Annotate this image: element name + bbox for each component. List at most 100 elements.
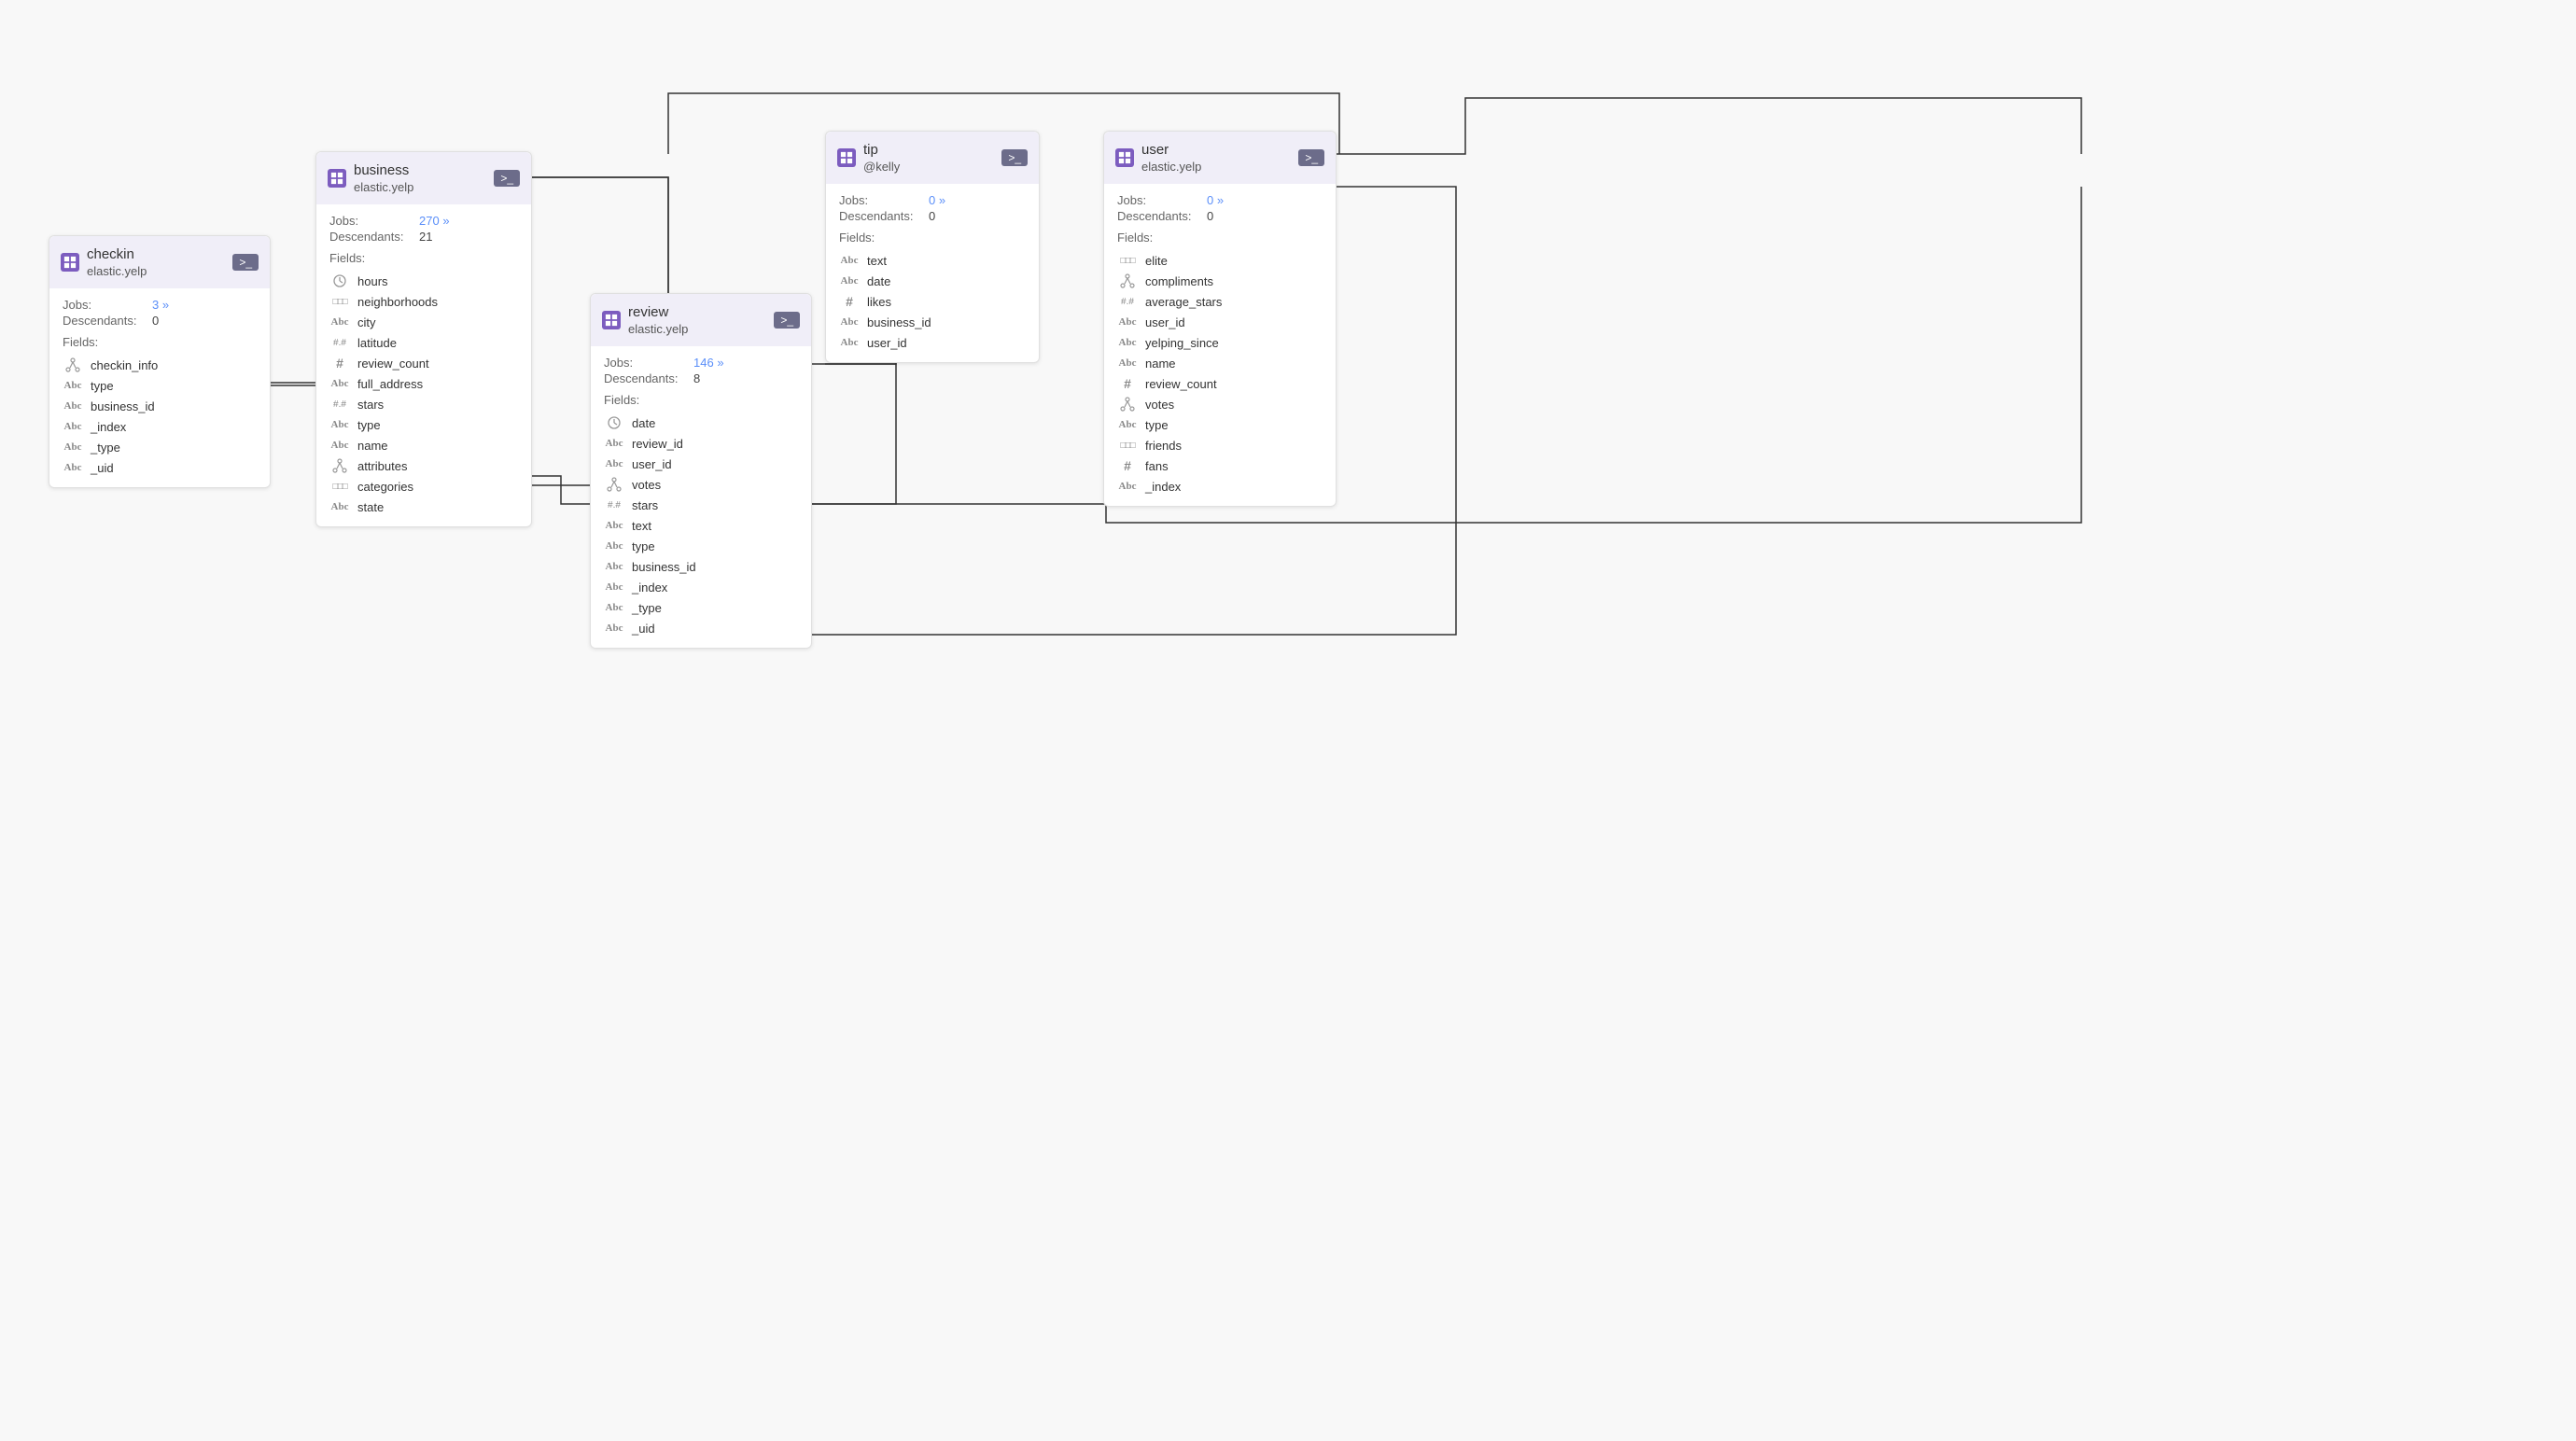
- checkin-field-_uid: Abc _uid: [63, 457, 257, 478]
- checkin-descendants-label: Descendants:: [63, 314, 147, 328]
- checkin-fields-label: Fields:: [63, 335, 257, 349]
- date-clock-icon: [604, 415, 624, 430]
- user-jobs-count[interactable]: 0 »: [1207, 193, 1224, 207]
- checkin-card: checkin elastic.yelp >_ Jobs: 3 » Descen…: [49, 235, 271, 488]
- review-field-type: Abc type: [604, 536, 798, 556]
- business-field-attributes: attributes: [329, 455, 518, 476]
- user-field-type: Abc type: [1117, 414, 1323, 435]
- review-field-_uid: Abc _uid: [604, 618, 798, 638]
- checkin-field-_type: Abc _type: [63, 437, 257, 457]
- checkin-cmd-button[interactable]: >_: [232, 254, 259, 271]
- clock-icon: [329, 273, 350, 288]
- tip-descendants-count: 0: [929, 209, 935, 223]
- tip-subtitle: @kelly: [863, 160, 900, 175]
- business-field-name: Abc name: [329, 435, 518, 455]
- user-field-friends: □□□ friends: [1117, 435, 1323, 455]
- attributes-network-icon: [329, 458, 350, 473]
- user-field-average_stars: #.# average_stars: [1117, 291, 1323, 312]
- review-field-_index: Abc _index: [604, 577, 798, 597]
- checkin-descendants-count: 0: [152, 314, 159, 328]
- user-icon: [1115, 148, 1134, 167]
- review-card: review elastic.yelp >_ Jobs: 146 » Desce…: [590, 293, 812, 649]
- compliments-network-icon: [1117, 273, 1138, 288]
- review-descendants-count: 8: [693, 371, 700, 385]
- tip-field-likes: # likes: [839, 291, 1026, 312]
- tip-jobs-count[interactable]: 0 »: [929, 193, 945, 207]
- review-jobs-label: Jobs:: [604, 356, 688, 370]
- tip-card: tip @kelly >_ Jobs: 0 » Descendants: 0 F…: [825, 131, 1040, 363]
- business-title: business: [354, 161, 413, 180]
- review-card-header: review elastic.yelp >_: [591, 294, 811, 346]
- business-cmd-button[interactable]: >_: [494, 170, 520, 187]
- review-field-votes: votes: [604, 474, 798, 495]
- business-field-neighborhoods: □□□ neighborhoods: [329, 291, 518, 312]
- user-jobs-label: Jobs:: [1117, 193, 1201, 207]
- checkin-field-type: Abc type: [63, 375, 257, 396]
- business-card-header: business elastic.yelp >_: [316, 152, 531, 204]
- business-field-hours: hours: [329, 271, 518, 291]
- review-field-user_id: Abc user_id: [604, 454, 798, 474]
- checkin-jobs-count[interactable]: 3 »: [152, 298, 169, 312]
- tip-title: tip: [863, 141, 900, 160]
- business-field-full_address: Abc full_address: [329, 373, 518, 394]
- business-field-city: Abc city: [329, 312, 518, 332]
- checkin-card-header: checkin elastic.yelp >_: [49, 236, 270, 288]
- tip-field-date: Abc date: [839, 271, 1026, 291]
- business-card: business elastic.yelp >_ Jobs: 270 » Des…: [315, 151, 532, 527]
- user-field-_index: Abc _index: [1117, 476, 1323, 497]
- review-jobs-count[interactable]: 146 »: [693, 356, 724, 370]
- votes-network-icon: [604, 477, 624, 492]
- checkin-icon: [61, 253, 79, 272]
- business-field-state: Abc state: [329, 497, 518, 517]
- network-icon: [63, 357, 83, 372]
- tip-cmd-button[interactable]: >_: [1001, 149, 1028, 166]
- user-field-fans: # fans: [1117, 455, 1323, 476]
- review-subtitle: elastic.yelp: [628, 322, 688, 338]
- review-title: review: [628, 303, 688, 322]
- user-descendants-count: 0: [1207, 209, 1213, 223]
- checkin-title: checkin: [87, 245, 147, 264]
- business-field-categories: □□□ categories: [329, 476, 518, 497]
- checkin-field-business_id: Abc business_id: [63, 396, 257, 416]
- tip-field-business_id: Abc business_id: [839, 312, 1026, 332]
- business-fields-label: Fields:: [329, 251, 518, 265]
- user-cmd-button[interactable]: >_: [1298, 149, 1324, 166]
- review-field-stars: #.# stars: [604, 495, 798, 515]
- user-subtitle: elastic.yelp: [1141, 160, 1201, 175]
- user-fields-label: Fields:: [1117, 231, 1323, 245]
- tip-card-header: tip @kelly >_: [826, 132, 1039, 184]
- business-field-latitude: #.# latitude: [329, 332, 518, 353]
- review-field-date: date: [604, 413, 798, 433]
- review-icon: [602, 311, 621, 329]
- tip-fields-label: Fields:: [839, 231, 1026, 245]
- tip-jobs-label: Jobs:: [839, 193, 923, 207]
- review-field-_type: Abc _type: [604, 597, 798, 618]
- user-card: user elastic.yelp >_ Jobs: 0 » Descendan…: [1103, 131, 1337, 507]
- business-icon: [328, 169, 346, 188]
- user-field-votes: votes: [1117, 394, 1323, 414]
- checkin-subtitle: elastic.yelp: [87, 264, 147, 280]
- business-jobs-count[interactable]: 270 »: [419, 214, 450, 228]
- tip-field-text: Abc text: [839, 250, 1026, 271]
- business-descendants-count: 21: [419, 230, 432, 244]
- business-field-type: Abc type: [329, 414, 518, 435]
- user-field-elite: □□□ elite: [1117, 250, 1323, 271]
- tip-field-user_id: Abc user_id: [839, 332, 1026, 353]
- review-fields-label: Fields:: [604, 393, 798, 407]
- review-field-text: Abc text: [604, 515, 798, 536]
- user-field-user_id: Abc user_id: [1117, 312, 1323, 332]
- review-field-review_id: Abc review_id: [604, 433, 798, 454]
- user-descendants-label: Descendants:: [1117, 209, 1201, 223]
- checkin-field-_index: Abc _index: [63, 416, 257, 437]
- business-jobs-label: Jobs:: [329, 214, 413, 228]
- user-votes-network-icon: [1117, 397, 1138, 412]
- user-field-review_count: # review_count: [1117, 373, 1323, 394]
- business-subtitle: elastic.yelp: [354, 180, 413, 196]
- review-descendants-label: Descendants:: [604, 371, 688, 385]
- user-card-header: user elastic.yelp >_: [1104, 132, 1336, 184]
- review-cmd-button[interactable]: >_: [774, 312, 800, 329]
- business-field-review_count: # review_count: [329, 353, 518, 373]
- business-descendants-label: Descendants:: [329, 230, 413, 244]
- tip-descendants-label: Descendants:: [839, 209, 923, 223]
- business-field-stars: #.# stars: [329, 394, 518, 414]
